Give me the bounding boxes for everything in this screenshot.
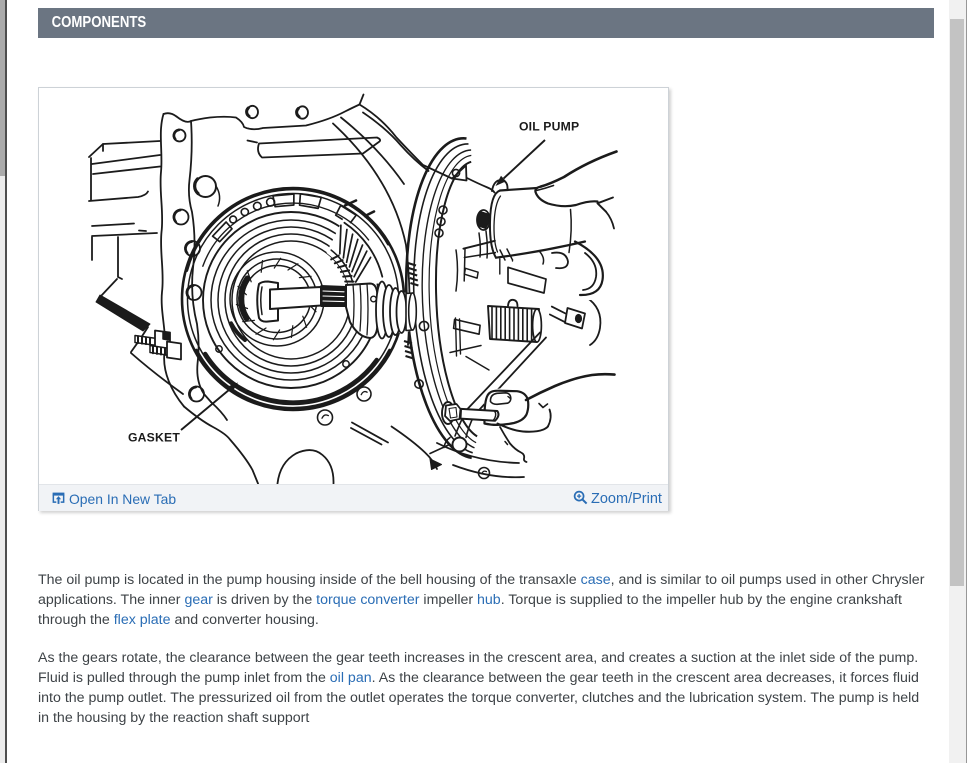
svg-text:GASKET: GASKET — [128, 431, 180, 445]
svg-text:OIL PUMP: OIL PUMP — [519, 120, 579, 134]
